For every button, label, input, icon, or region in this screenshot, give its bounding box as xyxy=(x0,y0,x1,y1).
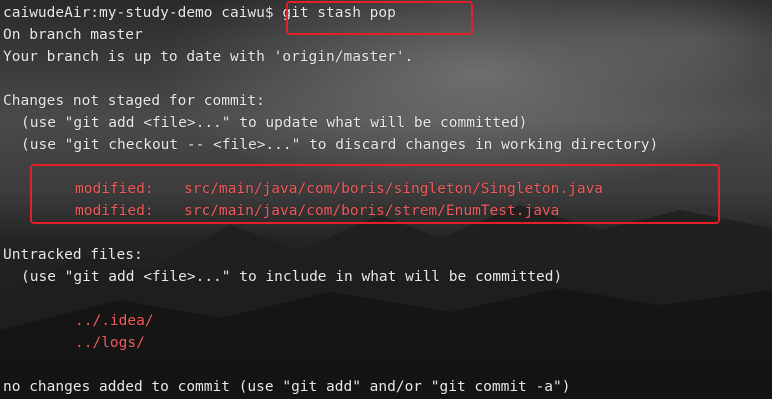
uptodate-line: Your branch is up to date with 'origin/m… xyxy=(3,49,414,65)
modified-files-highlight-box xyxy=(30,164,720,224)
hint-add-update: (use "git add <file>..." to update what … xyxy=(21,115,528,131)
changes-header: Changes not staged for commit: xyxy=(3,93,265,109)
untracked-header: Untracked files: xyxy=(3,247,143,263)
untracked-file-line: ../.idea/ xyxy=(75,313,154,329)
shell-prompt: caiwudeAir:my-study-demo caiwu$ xyxy=(3,5,274,21)
hint-checkout: (use "git checkout -- <file>..." to disc… xyxy=(21,137,659,153)
footer-line: no changes added to commit (use "git add… xyxy=(3,379,571,395)
untracked-file-line: ../logs/ xyxy=(75,335,145,351)
command-highlight-box xyxy=(286,1,473,35)
hint-add-include: (use "git add <file>..." to include in w… xyxy=(21,269,563,285)
